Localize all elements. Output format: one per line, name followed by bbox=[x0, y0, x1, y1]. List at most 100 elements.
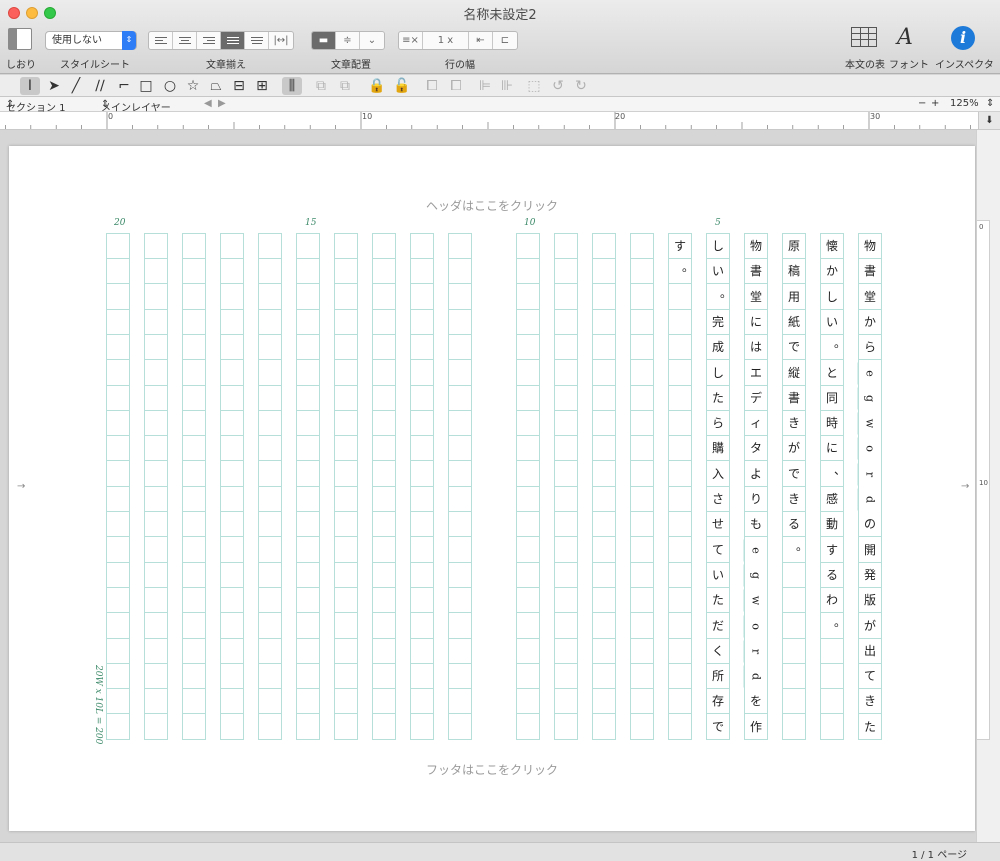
manuscript-cell bbox=[145, 538, 167, 563]
outdent-button[interactable]: ⊏ bbox=[493, 32, 517, 49]
bring-front-icon[interactable]: ⧠ bbox=[422, 77, 442, 95]
vertical-ruler-label: 10 bbox=[979, 479, 988, 487]
line-width-label: 行の幅 bbox=[445, 60, 475, 71]
zoom-out-button[interactable]: − bbox=[918, 98, 926, 109]
manuscript-cell bbox=[449, 563, 471, 588]
manuscript-column[interactable] bbox=[410, 233, 434, 740]
font-icon[interactable]: A bbox=[897, 25, 913, 50]
send-back-icon[interactable]: ⧠ bbox=[446, 77, 466, 95]
table-icon[interactable] bbox=[851, 27, 877, 47]
manuscript-column[interactable] bbox=[592, 233, 616, 740]
manuscript-column[interactable] bbox=[372, 233, 396, 740]
header-placeholder[interactable]: ヘッダはここをクリック bbox=[9, 197, 975, 214]
position-bottom-button[interactable]: ⌄ bbox=[360, 32, 384, 49]
inspector-icon[interactable]: i bbox=[951, 26, 975, 50]
vertical-ruler[interactable]: 0 10 bbox=[976, 220, 990, 740]
manuscript-column[interactable] bbox=[258, 233, 282, 740]
manuscript-column[interactable] bbox=[516, 233, 540, 740]
manuscript-cell bbox=[221, 335, 243, 361]
align-spread-button[interactable]: |↔| bbox=[269, 32, 293, 49]
star-tool-icon[interactable]: ☆ bbox=[183, 77, 203, 95]
chevron-updown-icon[interactable]: ⇕ bbox=[986, 98, 994, 109]
zoom-level[interactable]: 125% bbox=[950, 98, 979, 109]
arrow-pointer-tool-icon[interactable]: ➤ bbox=[44, 77, 64, 95]
line-tool-icon[interactable]: ╱ bbox=[66, 77, 86, 95]
position-top-button[interactable]: ▬ bbox=[312, 32, 336, 49]
page[interactable]: ヘッダはここをクリック 20 15 10 5 物書堂からegwordの開発版が出… bbox=[9, 146, 975, 831]
manuscript-cell bbox=[221, 285, 243, 310]
manuscript-cell: る bbox=[783, 512, 805, 538]
align-center-button[interactable] bbox=[173, 32, 197, 49]
manuscript-cell bbox=[631, 639, 653, 664]
align-distribute-button[interactable] bbox=[245, 32, 269, 49]
manuscript-cell bbox=[669, 512, 691, 538]
text-cursor-tool-icon[interactable]: Ⅰ bbox=[20, 77, 40, 95]
bookmark-button[interactable] bbox=[8, 28, 32, 50]
manuscript-cell bbox=[555, 411, 577, 437]
manuscript-column[interactable] bbox=[182, 233, 206, 740]
footer-placeholder[interactable]: フッタはここをクリック bbox=[9, 761, 975, 778]
manuscript-column[interactable] bbox=[296, 233, 320, 740]
line-spacing-field[interactable]: 1 x bbox=[423, 32, 469, 49]
manuscript-cell: た bbox=[707, 386, 729, 411]
lock-icon[interactable]: 🔒 bbox=[367, 77, 387, 95]
rotate-left-icon[interactable]: ↺ bbox=[548, 77, 568, 95]
manuscript-cell: g bbox=[743, 564, 769, 587]
manuscript-cell bbox=[183, 386, 205, 411]
manuscript-column[interactable] bbox=[334, 233, 358, 740]
align-center-icon bbox=[178, 37, 191, 44]
group-icon[interactable]: ⧉ bbox=[311, 77, 331, 95]
next-section-icon[interactable]: ▶ bbox=[218, 98, 226, 109]
manuscript-column[interactable] bbox=[106, 233, 130, 740]
rectangle-tool-icon[interactable]: □ bbox=[136, 77, 156, 95]
manuscript-column[interactable] bbox=[144, 233, 168, 740]
manuscript-cell bbox=[373, 335, 395, 361]
grid-table-tool-icon[interactable]: ⊞ bbox=[252, 77, 272, 95]
manuscript-cell bbox=[631, 588, 653, 614]
vertical-text-tool-icon[interactable]: ⫼ bbox=[282, 77, 302, 95]
manuscript-cell bbox=[411, 436, 433, 462]
manuscript-cell bbox=[449, 361, 471, 386]
manuscript-cell: が bbox=[783, 436, 805, 462]
manuscript-column[interactable]: 懐かしい。と同時に、感動するわ。 bbox=[820, 233, 846, 740]
manuscript-column[interactable]: す。 bbox=[668, 233, 694, 740]
distribute-objects-icon[interactable]: ⊪ bbox=[497, 77, 517, 95]
previous-section-icon[interactable]: ◀ bbox=[204, 98, 212, 109]
connector-tool-icon[interactable]: ⌐ bbox=[114, 77, 134, 95]
ungroup-icon[interactable]: ⧉ bbox=[335, 77, 355, 95]
polygon-tool-icon[interactable]: ⏢ bbox=[206, 77, 226, 95]
document-area[interactable]: ヘッダはここをクリック 20 15 10 5 物書堂からegwordの開発版が出… bbox=[0, 131, 976, 842]
align-justify-button[interactable] bbox=[221, 32, 245, 49]
manuscript-column[interactable]: しい。完成したら購入させていただく所存で bbox=[706, 233, 732, 740]
manuscript-cell bbox=[517, 386, 539, 411]
indent-button[interactable]: ⇤ bbox=[469, 32, 493, 49]
polyline-tool-icon[interactable]: ∕∕ bbox=[90, 77, 110, 95]
manuscript-column[interactable] bbox=[448, 233, 472, 740]
manuscript-cell bbox=[669, 588, 691, 614]
tab-stop-button[interactable]: ⬇ bbox=[978, 112, 1000, 130]
position-middle-button[interactable]: ≑ bbox=[336, 32, 360, 49]
manuscript-column[interactable]: 原稿用紙で縦書きができる。 bbox=[782, 233, 808, 740]
ellipse-tool-icon[interactable]: ○ bbox=[160, 77, 180, 95]
align-left-button[interactable] bbox=[149, 32, 173, 49]
manuscript-cell bbox=[373, 487, 395, 512]
unlock-icon[interactable]: 🔓 bbox=[392, 77, 412, 95]
text-box-tool-icon[interactable]: ⊟ bbox=[229, 77, 249, 95]
rotate-right-icon[interactable]: ↻ bbox=[571, 77, 591, 95]
horizontal-ruler[interactable]: 0 10 20 30 bbox=[0, 112, 978, 130]
align-objects-icon[interactable]: ⊫ bbox=[475, 77, 495, 95]
manuscript-column[interactable]: 物書堂からegwordの開発版が出てきた bbox=[857, 233, 883, 740]
manuscript-column[interactable] bbox=[554, 233, 578, 740]
manuscript-column[interactable] bbox=[220, 233, 244, 740]
manuscript-column[interactable]: 物書堂にはエディタよりもegwordを作 bbox=[743, 233, 769, 740]
crop-icon[interactable]: ⬚ bbox=[524, 77, 544, 95]
manuscript-cell bbox=[555, 563, 577, 588]
line-reset-button[interactable]: ≡× bbox=[399, 32, 423, 49]
stylesheet-select[interactable]: 使用しない ⇕ bbox=[45, 31, 137, 50]
align-right-button[interactable] bbox=[197, 32, 221, 49]
zoom-in-button[interactable]: + bbox=[931, 98, 939, 109]
manuscript-cell bbox=[297, 361, 319, 386]
column-number: 10 bbox=[524, 218, 536, 228]
manuscript-column[interactable] bbox=[630, 233, 654, 740]
manuscript-cell bbox=[517, 639, 539, 664]
